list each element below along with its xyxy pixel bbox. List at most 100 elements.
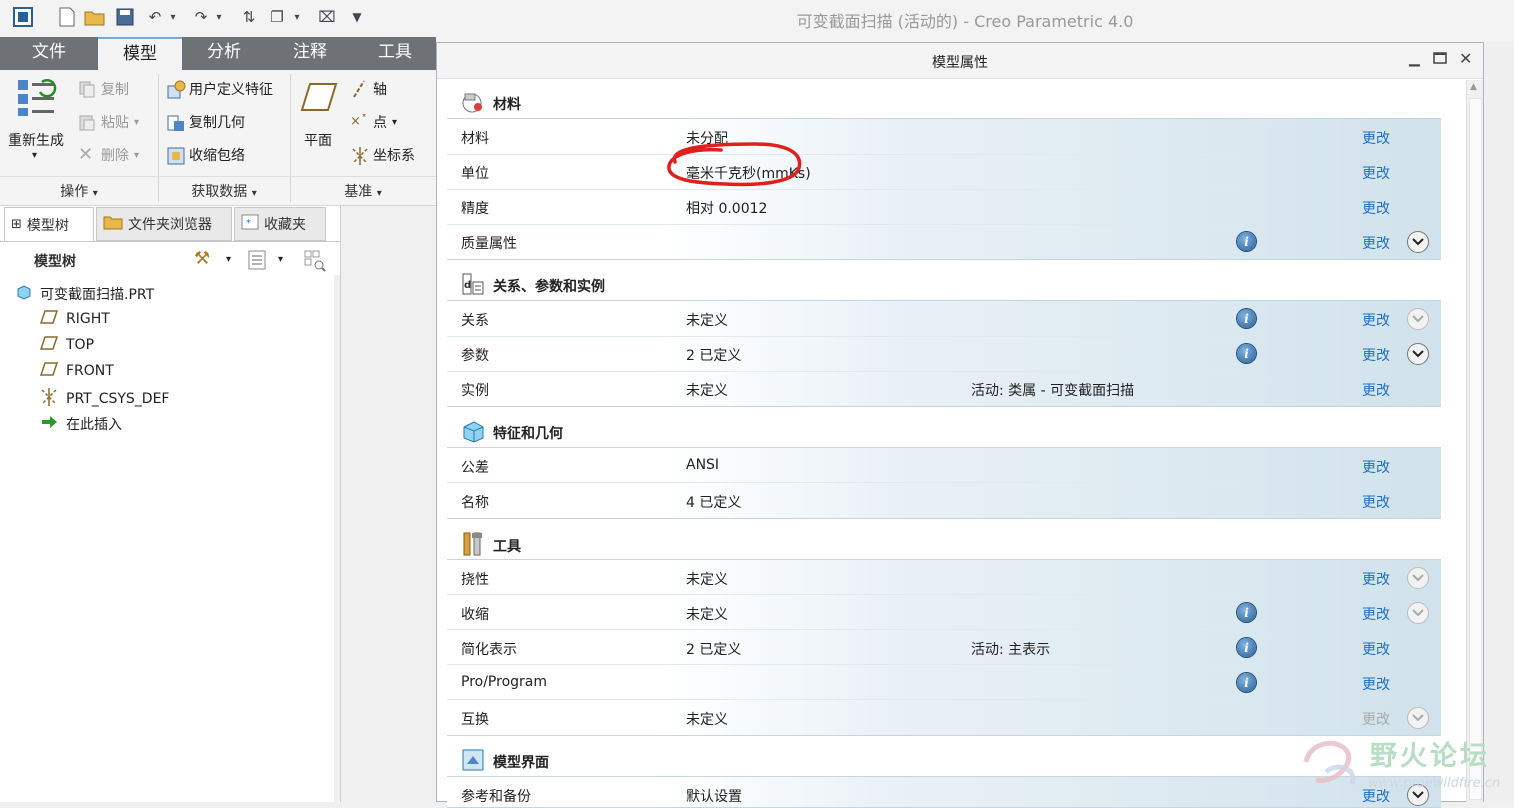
tab-annotate[interactable]: 注释: [266, 37, 354, 70]
parameters-change-link[interactable]: 更改: [1362, 345, 1390, 365]
minimize-icon[interactable]: ▁: [1409, 51, 1420, 67]
regenerate-dropdown-icon[interactable]: ▾: [32, 150, 37, 161]
pro-program-change-link[interactable]: 更改: [1362, 674, 1390, 694]
tolerance-change-link[interactable]: 更改: [1362, 457, 1390, 477]
relations-expand-icon[interactable]: [1407, 308, 1429, 330]
copy-geometry-icon: [166, 113, 184, 131]
interchange-change-link[interactable]: 更改: [1362, 709, 1390, 729]
group-operations[interactable]: 操作 ▾: [0, 181, 158, 201]
tree-item-right[interactable]: RIGHT: [39, 310, 110, 328]
section-relations: d 关系、参数和实例: [461, 272, 605, 300]
tree-item-csys[interactable]: PRT_CSYS_DEF: [40, 388, 169, 410]
tree-item-front[interactable]: FRONT: [39, 362, 114, 380]
paste-dropdown-icon[interactable]: ▾: [134, 117, 139, 128]
shrinkage-info-icon[interactable]: i: [1237, 603, 1256, 622]
regenerate-button[interactable]: 重新生成: [8, 130, 64, 150]
udf-button[interactable]: 用户定义特征: [166, 79, 273, 99]
paste-button[interactable]: 粘贴 ▾: [78, 112, 139, 132]
close-icon[interactable]: ✕: [1459, 49, 1472, 68]
names-change-link[interactable]: 更改: [1362, 492, 1390, 512]
tab-divider: [0, 241, 340, 242]
delete-dropdown-icon[interactable]: ▾: [134, 150, 139, 161]
dialog-scrollbar[interactable]: ▲: [1466, 80, 1483, 802]
shrinkage-value: 未定义: [686, 607, 728, 623]
plane-icon[interactable]: [300, 82, 338, 116]
graphics-area: [1484, 42, 1514, 802]
tree-scrollbar[interactable]: [334, 275, 340, 802]
scroll-thumb[interactable]: [1469, 98, 1482, 800]
tab-favorites[interactable]: * 收藏夹: [234, 207, 326, 241]
tolerance-label: 公差: [461, 460, 489, 476]
mass-props-change-link[interactable]: 更改: [1362, 233, 1390, 253]
shrinkwrap-button[interactable]: 收缩包络: [166, 145, 245, 165]
interface-icon: [461, 748, 485, 776]
parameters-expand-icon[interactable]: [1407, 343, 1429, 365]
axis-button[interactable]: 轴: [350, 79, 387, 99]
simp-rep-change-link[interactable]: 更改: [1362, 639, 1390, 659]
shrinkage-change-link[interactable]: 更改: [1362, 604, 1390, 624]
refs-backup-value: 默认设置: [686, 789, 742, 805]
point-button[interactable]: ×˟ 点 ▾: [350, 112, 397, 132]
flexibility-change-link[interactable]: 更改: [1362, 569, 1390, 589]
tab-model-tree[interactable]: ⊞ 模型树: [4, 207, 94, 241]
mass-props-info-icon[interactable]: i: [1237, 232, 1256, 251]
csys-button[interactable]: 坐标系: [350, 145, 415, 165]
pro-program-info-icon[interactable]: i: [1237, 673, 1256, 692]
scroll-up-icon[interactable]: ▲: [1470, 82, 1477, 92]
parameters-info-icon[interactable]: i: [1237, 344, 1256, 363]
dialog-title: 模型属性: [932, 55, 988, 71]
tree-settings-dropdown-icon[interactable]: ▾: [278, 254, 283, 265]
tab-folder-browser[interactable]: 文件夹浏览器: [96, 207, 232, 241]
simp-rep-info-icon[interactable]: i: [1237, 638, 1256, 657]
instance-change-link[interactable]: 更改: [1362, 380, 1390, 400]
group-datum[interactable]: 基准 ▾: [290, 181, 436, 201]
tree-tools-icon[interactable]: ⚒: [194, 248, 210, 269]
row-divider: [447, 189, 1237, 190]
names-value: 4 已定义: [686, 495, 742, 511]
copy-button[interactable]: 复制: [78, 79, 129, 99]
row-divider: [447, 371, 1237, 372]
flexibility-expand-icon[interactable]: [1407, 567, 1429, 589]
tree-item-top[interactable]: TOP: [39, 336, 94, 354]
tree-item-insert-here[interactable]: 在此插入: [40, 414, 122, 434]
names-label: 名称: [461, 495, 489, 511]
row-divider: [447, 629, 1237, 630]
csys-label: 坐标系: [373, 148, 415, 164]
copy-geometry-button[interactable]: 复制几何: [166, 112, 245, 132]
units-change-link[interactable]: 更改: [1362, 163, 1390, 183]
row-divider: [447, 594, 1237, 595]
accuracy-change-link[interactable]: 更改: [1362, 198, 1390, 218]
tab-tools[interactable]: 工具: [354, 37, 436, 70]
point-dropdown-icon[interactable]: ▾: [392, 117, 397, 128]
forum-watermark: 野火论坛 www.proewildfire.cn: [1296, 732, 1510, 798]
relations-info-icon[interactable]: i: [1237, 309, 1256, 328]
row-divider: [447, 224, 1237, 225]
delete-button[interactable]: ✕ 删除 ▾: [78, 145, 139, 165]
group-get-data[interactable]: 获取数据 ▾: [158, 181, 290, 201]
regenerate-icon[interactable]: [16, 78, 58, 122]
mass-props-expand-icon[interactable]: [1407, 231, 1429, 253]
refs-backup-label: 参考和备份: [461, 789, 531, 805]
tree-item-part[interactable]: 可变截面扫描.PRT: [16, 284, 154, 304]
udf-label: 用户定义特征: [189, 82, 273, 98]
folder-icon: [103, 214, 123, 234]
plane-button[interactable]: 平面: [304, 130, 332, 150]
accuracy-label: 精度: [461, 201, 489, 217]
tree-settings-icon[interactable]: [248, 250, 266, 274]
tree-tools-dropdown-icon[interactable]: ▾: [226, 254, 231, 265]
axis-label: 轴: [373, 82, 387, 98]
tree-filter-icon[interactable]: [304, 250, 326, 276]
maximize-icon[interactable]: [1433, 51, 1447, 69]
shrinkage-expand-icon[interactable]: [1407, 602, 1429, 624]
copy-icon: [78, 80, 96, 98]
row-divider: [447, 699, 1237, 700]
watermark-logo-icon: [1303, 740, 1356, 785]
simp-rep-value: 2 已定义: [686, 642, 742, 658]
relations-change-link[interactable]: 更改: [1362, 310, 1390, 330]
mass-props-label: 质量属性: [461, 236, 517, 252]
interchange-expand-icon[interactable]: [1407, 707, 1429, 729]
tab-analysis[interactable]: 分析: [182, 37, 266, 70]
material-change-link[interactable]: 更改: [1362, 128, 1390, 148]
tab-file[interactable]: 文件: [0, 37, 98, 70]
tab-model[interactable]: 模型: [98, 37, 182, 72]
